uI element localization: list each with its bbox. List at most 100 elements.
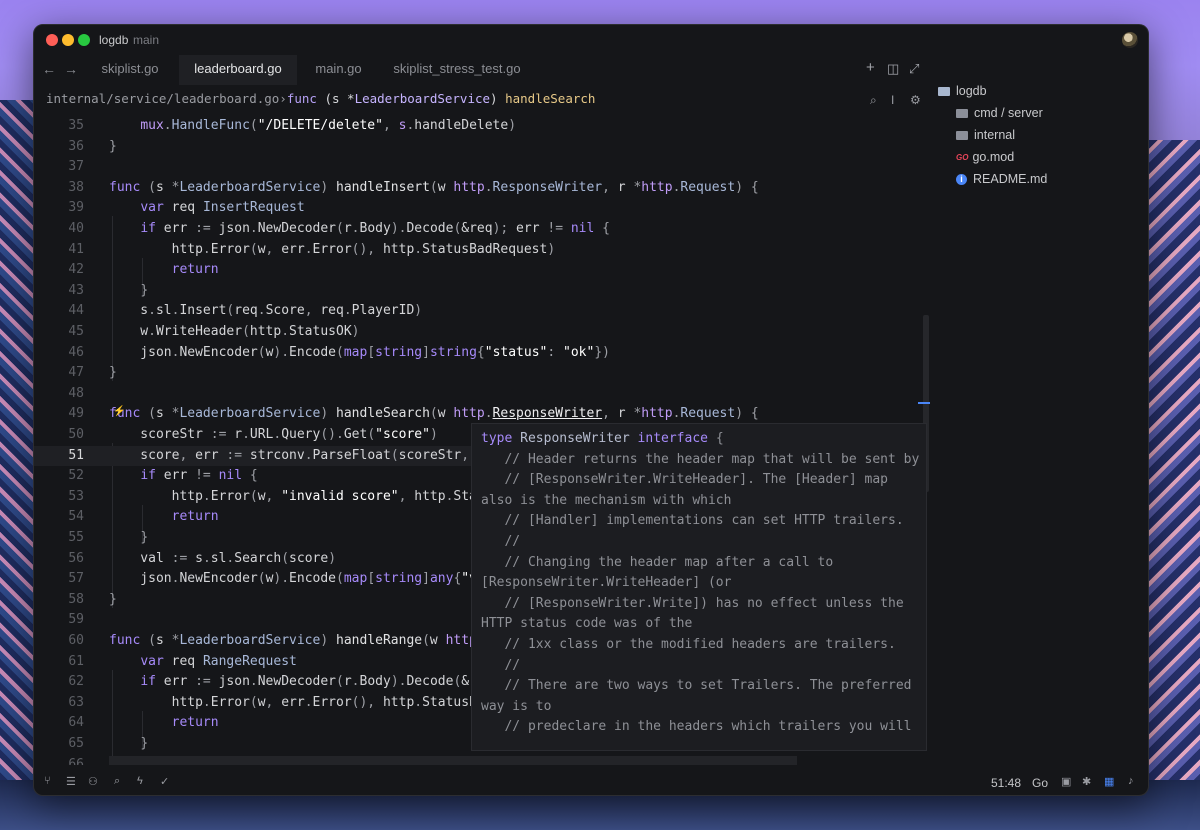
user-avatar-icon[interactable] bbox=[1122, 32, 1138, 48]
code-text[interactable]: http.Error(w, err.Error(), http.StatusBa… bbox=[109, 240, 556, 261]
line-number[interactable]: 66 bbox=[34, 755, 84, 765]
search-icon[interactable]: ⌕ bbox=[870, 93, 877, 108]
code-line[interactable]: 45 w.WriteHeader(http.StatusOK) bbox=[34, 322, 919, 343]
line-number[interactable]: 65 bbox=[34, 734, 84, 755]
code-line[interactable]: 35 mux.HandleFunc("/DELETE/delete", s.ha… bbox=[34, 116, 919, 137]
line-number[interactable]: 38 bbox=[34, 178, 84, 199]
panel-layout-icon[interactable]: ▦ bbox=[1104, 775, 1114, 788]
code-line[interactable]: 39 var req InsertRequest bbox=[34, 198, 919, 219]
project-name[interactable]: logdb bbox=[99, 33, 128, 47]
line-number[interactable]: 51 bbox=[34, 446, 84, 467]
code-line[interactable]: 43 } bbox=[34, 281, 919, 302]
code-text[interactable]: return bbox=[109, 507, 219, 528]
line-number[interactable]: 63 bbox=[34, 693, 84, 714]
cursor-position[interactable]: 51:48 bbox=[991, 776, 1021, 790]
text-cursor-icon[interactable]: I bbox=[891, 93, 894, 107]
language-mode[interactable]: Go bbox=[1032, 776, 1048, 790]
code-text[interactable]: scoreStr := r.URL.Query().Get("score") bbox=[109, 425, 437, 446]
debug-bug-icon[interactable]: ✱ bbox=[1082, 775, 1091, 788]
line-number[interactable]: 58 bbox=[34, 590, 84, 611]
hover-documentation-tooltip[interactable]: type ResponseWriter interface { // Heade… bbox=[471, 423, 927, 751]
editor-settings-icon[interactable]: ⚙ bbox=[910, 93, 921, 107]
code-line[interactable]: 44 s.sl.Insert(req.Score, req.PlayerID) bbox=[34, 301, 919, 322]
code-text[interactable]: } bbox=[109, 734, 148, 755]
code-text[interactable]: if err != nil { bbox=[109, 466, 257, 487]
code-text[interactable]: var req InsertRequest bbox=[109, 198, 304, 219]
code-text[interactable]: } bbox=[109, 590, 117, 611]
line-number[interactable]: 56 bbox=[34, 549, 84, 570]
line-number[interactable]: 54 bbox=[34, 507, 84, 528]
line-number[interactable]: 35 bbox=[34, 116, 84, 137]
tree-root-logdb[interactable]: logdb bbox=[938, 84, 987, 98]
terminal-icon[interactable]: ▣ bbox=[1061, 775, 1071, 788]
line-number[interactable]: 55 bbox=[34, 528, 84, 549]
code-line[interactable]: 49 func (s *LeaderboardService) handleSea… bbox=[34, 404, 919, 425]
breadcrumb-path[interactable]: internal/service/leaderboard.go bbox=[46, 91, 279, 106]
code-text[interactable]: s.sl.Insert(req.Score, req.PlayerID) bbox=[109, 301, 422, 322]
tree-item-internal[interactable]: internal bbox=[956, 128, 1015, 142]
search-icon[interactable]: ⌕ bbox=[114, 775, 120, 788]
tree-item-cmd-server[interactable]: cmd / server bbox=[956, 106, 1043, 120]
code-line[interactable]: 40 if err := json.NewDecoder(r.Body).Dec… bbox=[34, 219, 919, 240]
line-number[interactable]: 59 bbox=[34, 610, 84, 631]
tab-skiplist[interactable]: skiplist.go bbox=[92, 55, 168, 85]
code-line[interactable]: 41 http.Error(w, err.Error(), http.Statu… bbox=[34, 240, 919, 261]
branch-name[interactable]: main bbox=[133, 33, 159, 47]
line-number[interactable]: 62 bbox=[34, 672, 84, 693]
code-line[interactable]: 37 bbox=[34, 157, 919, 178]
code-text[interactable]: } bbox=[109, 528, 148, 549]
tab-main[interactable]: main.go bbox=[306, 55, 371, 85]
line-number[interactable]: 44 bbox=[34, 301, 84, 322]
breadcrumb-symbol[interactable]: handleSearch bbox=[505, 91, 595, 106]
split-pane-icon[interactable]: ◫ bbox=[887, 61, 899, 77]
code-line[interactable]: 47} bbox=[34, 363, 919, 384]
git-branch-icon[interactable]: ⑂ bbox=[44, 775, 51, 787]
maximize-window-button[interactable] bbox=[78, 34, 90, 46]
code-line[interactable]: 46 json.NewEncoder(w).Encode(map[string]… bbox=[34, 343, 919, 364]
tree-item-go-mod[interactable]: GO go.mod bbox=[956, 150, 1014, 164]
checkmark-icon[interactable]: ✓ bbox=[160, 775, 169, 788]
code-text[interactable]: json.NewEncoder(w).Encode(map[string]str… bbox=[109, 343, 610, 364]
code-text[interactable]: return bbox=[109, 713, 219, 734]
tab-skiplist-stress-test[interactable]: skiplist_stress_test.go bbox=[387, 55, 527, 85]
line-number[interactable]: 40 bbox=[34, 219, 84, 240]
line-number[interactable]: 48 bbox=[34, 384, 84, 405]
line-number[interactable]: 61 bbox=[34, 652, 84, 673]
horizontal-scrollbar[interactable] bbox=[109, 756, 797, 765]
code-text[interactable]: w.WriteHeader(http.StatusOK) bbox=[109, 322, 359, 343]
line-number[interactable]: 53 bbox=[34, 487, 84, 508]
code-text[interactable]: score, err := strconv.ParseFloat(scoreSt… bbox=[109, 446, 500, 467]
tab-leaderboard[interactable]: leaderboard.go bbox=[179, 55, 297, 85]
code-action-bolt-icon[interactable]: ⚡ bbox=[113, 406, 125, 417]
line-number[interactable]: 47 bbox=[34, 363, 84, 384]
line-number[interactable]: 49 bbox=[34, 404, 84, 425]
code-text[interactable]: } bbox=[109, 281, 148, 302]
bolt-icon[interactable]: ϟ bbox=[137, 775, 143, 787]
line-number[interactable]: 42 bbox=[34, 260, 84, 281]
tree-item-readme[interactable]: i README.md bbox=[956, 172, 1047, 186]
close-window-button[interactable] bbox=[46, 34, 58, 46]
forward-arrow-icon[interactable]: → bbox=[62, 61, 80, 77]
code-text[interactable]: mux.HandleFunc("/DELETE/delete", s.handl… bbox=[109, 116, 516, 137]
line-number[interactable]: 64 bbox=[34, 713, 84, 734]
collaborators-icon[interactable]: ⚇ bbox=[88, 775, 98, 788]
outline-icon[interactable]: ☰ bbox=[66, 775, 76, 788]
back-arrow-icon[interactable]: ← bbox=[40, 61, 58, 77]
line-number[interactable]: 60 bbox=[34, 631, 84, 652]
code-line[interactable]: 36} bbox=[34, 137, 919, 158]
line-number[interactable]: 46 bbox=[34, 343, 84, 364]
minimize-window-button[interactable] bbox=[62, 34, 74, 46]
code-text[interactable]: } bbox=[109, 137, 117, 158]
code-line[interactable]: 38 func (s *LeaderboardService) handleIns… bbox=[34, 178, 919, 199]
code-text[interactable]: return bbox=[109, 260, 219, 281]
code-line[interactable]: 42 return bbox=[34, 260, 919, 281]
line-number[interactable]: 52 bbox=[34, 466, 84, 487]
line-number[interactable]: 57 bbox=[34, 569, 84, 590]
code-text[interactable]: } bbox=[109, 363, 117, 384]
line-number[interactable]: 45 bbox=[34, 322, 84, 343]
code-text[interactable]: if err := json.NewDecoder(r.Body).Decode… bbox=[109, 219, 610, 240]
code-text[interactable]: func (s *LeaderboardService) handleSearc… bbox=[109, 404, 759, 425]
notifications-bell-icon[interactable]: ♪ bbox=[1128, 775, 1134, 787]
line-number[interactable]: 41 bbox=[34, 240, 84, 261]
zoom-expand-icon[interactable]: ⤢ bbox=[909, 61, 919, 77]
